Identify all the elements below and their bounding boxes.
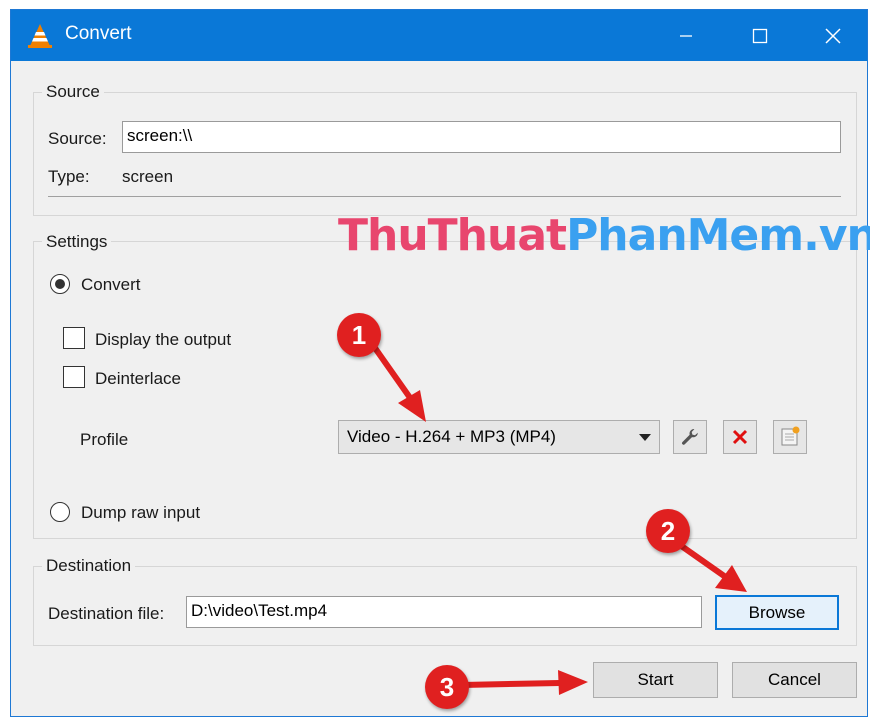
settings-legend: Settings (42, 232, 112, 252)
display-output-checkbox[interactable] (63, 327, 85, 349)
dropdown-arrow-icon (639, 434, 651, 441)
watermark-part1: ThuThuat (338, 210, 567, 261)
profile-select-value: Video - H.264 + MP3 (MP4) (347, 427, 556, 446)
delete-x-icon (732, 429, 748, 445)
settings-group (33, 241, 857, 539)
dump-raw-radio[interactable] (50, 502, 70, 522)
dump-raw-label[interactable]: Dump raw input (81, 503, 200, 523)
minimize-button[interactable] (651, 10, 721, 61)
delete-profile-button[interactable] (723, 420, 757, 454)
source-label: Source: (48, 129, 107, 148)
step-1-badge: 1 (337, 313, 381, 357)
source-legend: Source (42, 82, 104, 102)
watermark: ThuThuatPhanMem.vn (338, 210, 870, 261)
destination-legend: Destination (42, 556, 136, 576)
destination-file-label: Destination file: (48, 604, 165, 623)
step-2-badge: 2 (646, 509, 690, 553)
close-button[interactable] (798, 10, 868, 61)
profile-select[interactable]: Video - H.264 + MP3 (MP4) (338, 420, 660, 454)
type-value: screen (122, 167, 174, 186)
convert-radio-label[interactable]: Convert (81, 275, 141, 295)
profile-label: Profile (80, 430, 129, 449)
source-input[interactable]: screen:\\ (122, 121, 841, 153)
source-group (33, 92, 857, 216)
type-label: Type: (48, 167, 90, 186)
maximize-button[interactable] (725, 10, 795, 61)
title-bar: Convert (11, 10, 867, 61)
minimize-icon (680, 34, 692, 37)
convert-radio[interactable] (50, 274, 70, 294)
cancel-button[interactable]: Cancel (732, 662, 857, 698)
watermark-part2: PhanMem.vn (566, 210, 870, 261)
deinterlace-checkbox[interactable] (63, 366, 85, 388)
new-profile-icon (781, 426, 800, 446)
maximize-icon (752, 28, 768, 43)
deinterlace-label[interactable]: Deinterlace (95, 369, 181, 389)
new-profile-button[interactable] (773, 420, 807, 454)
source-divider (48, 196, 841, 197)
display-output-label[interactable]: Display the output (95, 330, 231, 350)
edit-profile-button[interactable] (673, 420, 707, 454)
browse-button[interactable]: Browse (715, 595, 839, 630)
vlc-cone-icon (28, 24, 52, 48)
close-icon (825, 27, 841, 44)
destination-file-input[interactable]: D:\video\Test.mp4 (186, 596, 702, 628)
wrench-icon (682, 429, 698, 445)
window-title: Convert (65, 23, 132, 44)
start-button[interactable]: Start (593, 662, 718, 698)
step-3-badge: 3 (425, 665, 469, 709)
radio-selected-dot (55, 279, 65, 289)
